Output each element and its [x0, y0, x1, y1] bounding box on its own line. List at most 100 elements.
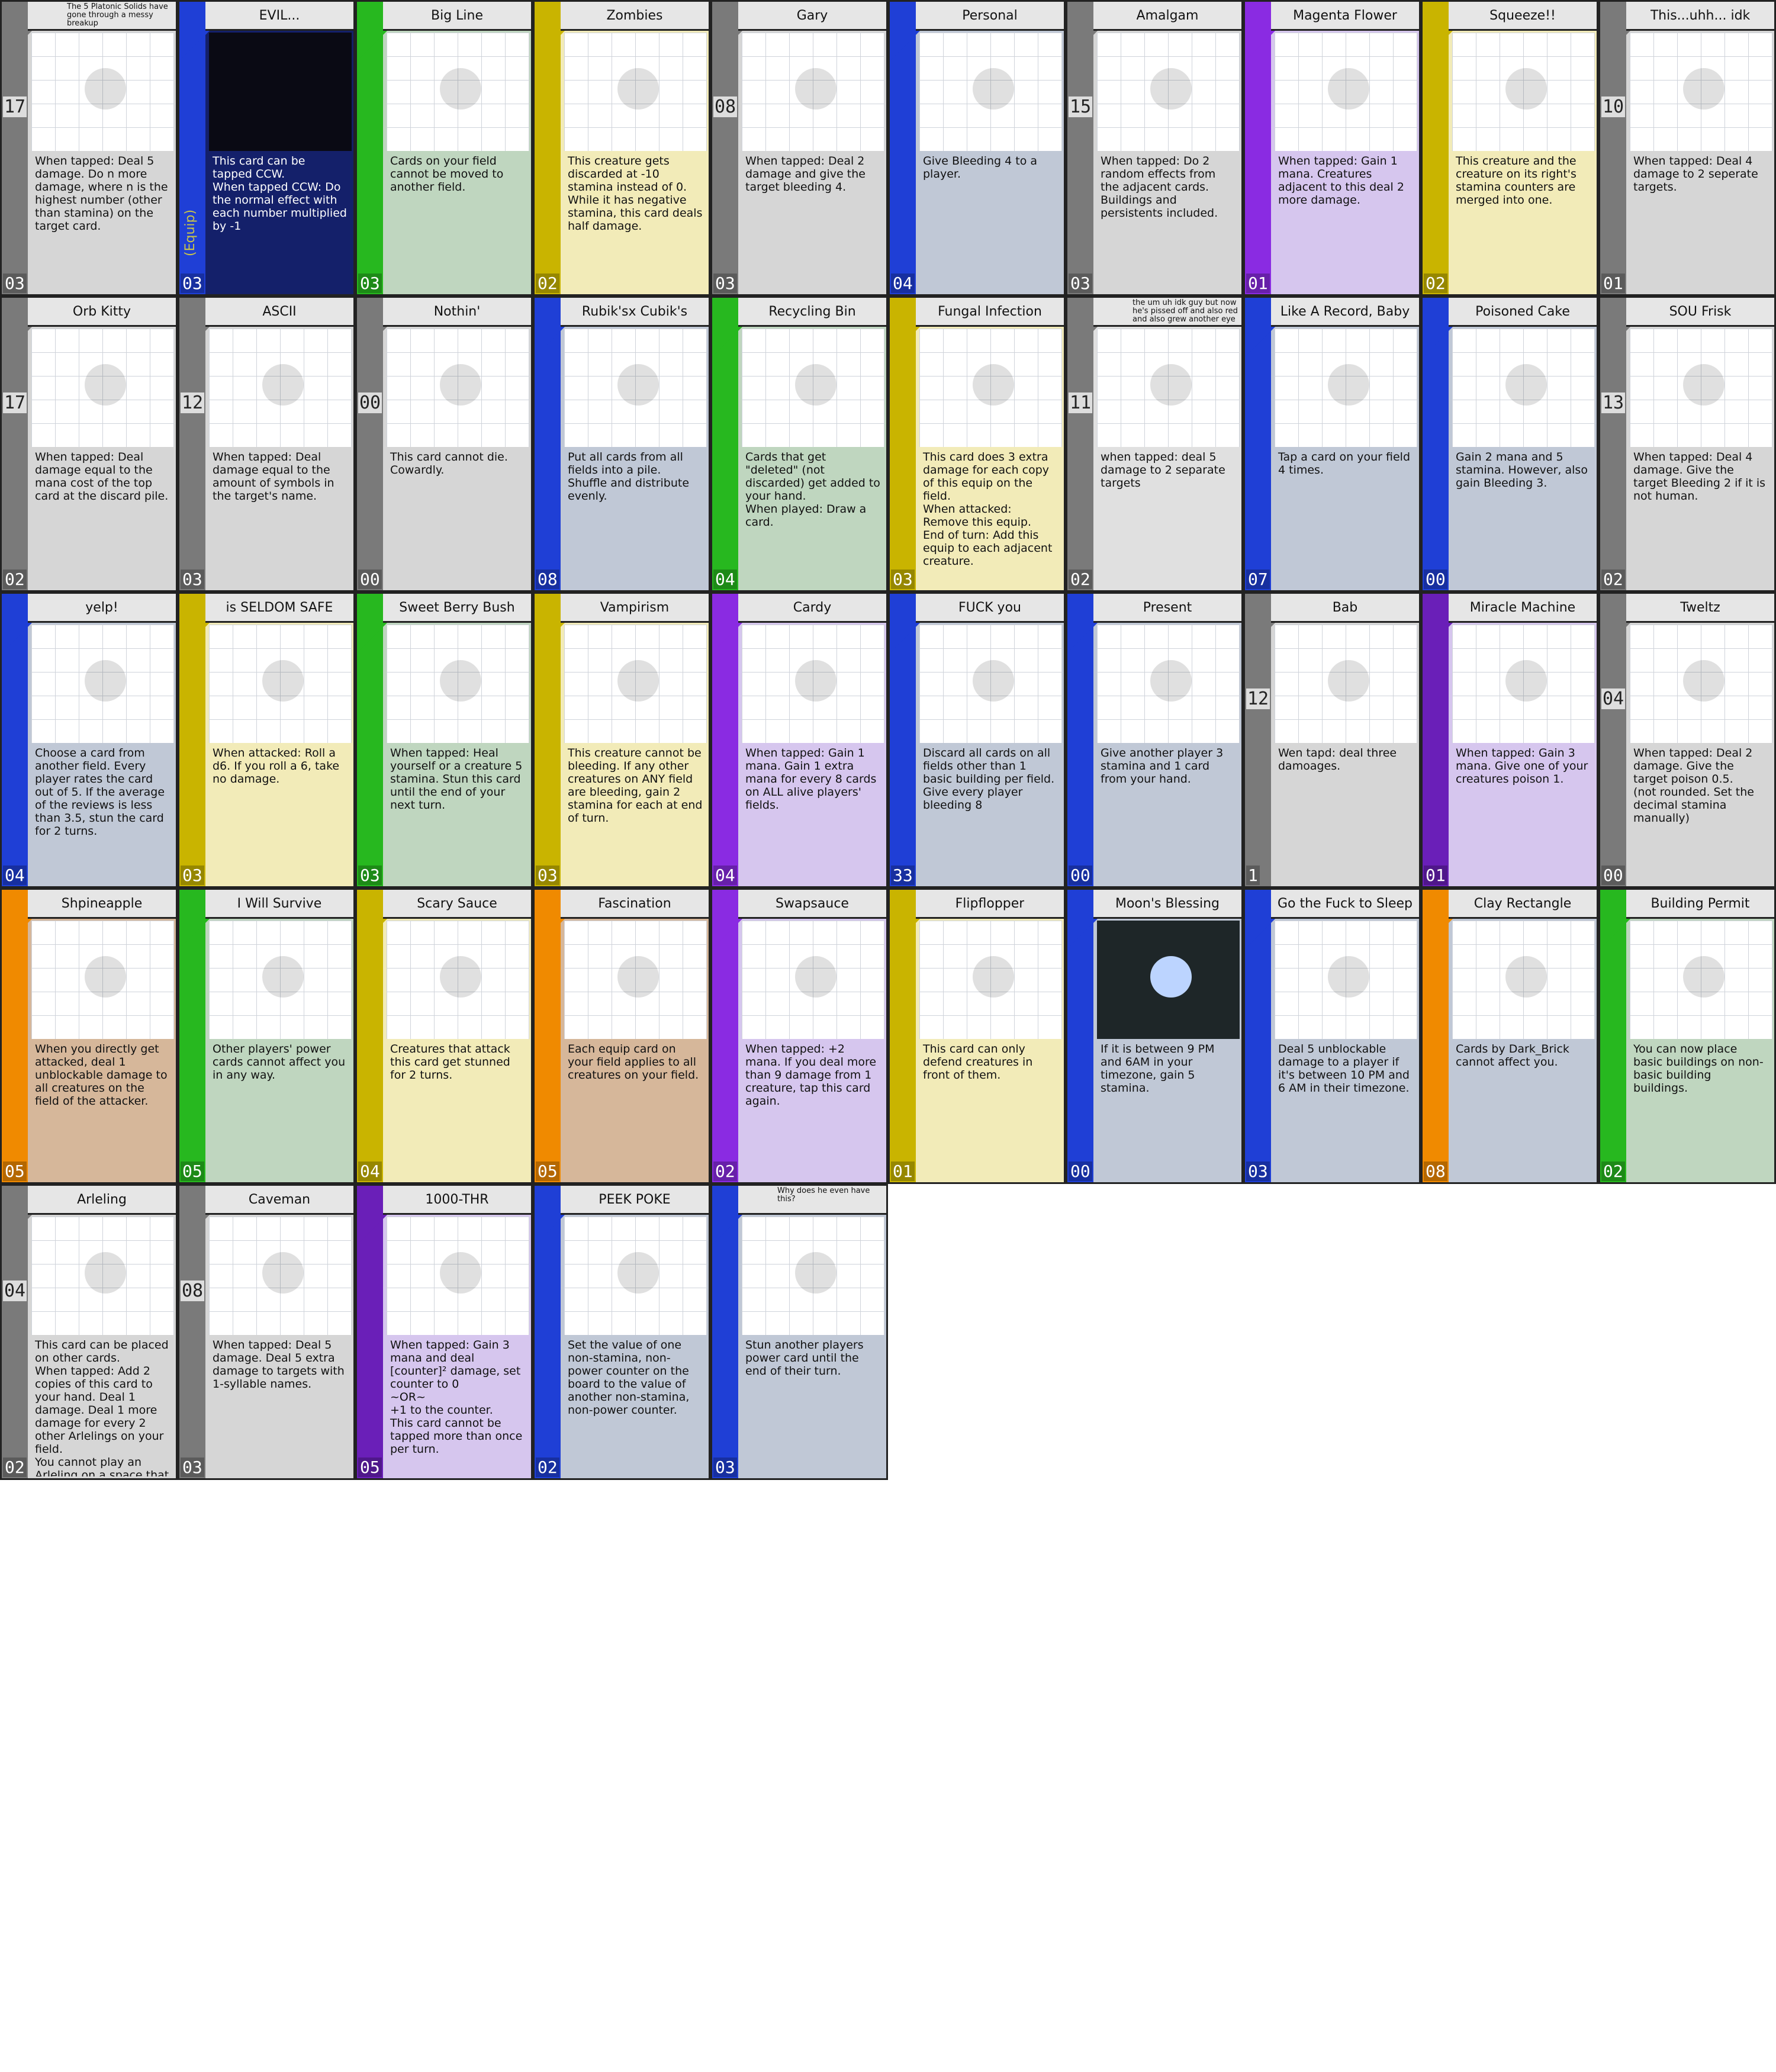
card-effect-text: Give Bleeding 4 to a player. — [923, 155, 1041, 181]
bab-icon — [1328, 660, 1369, 702]
card-title: Orb Kitty — [72, 304, 131, 319]
card-art — [1097, 625, 1240, 745]
game-card[interactable]: Swapsauce When tapped: +2 mana. If you de… — [710, 888, 888, 1184]
game-card[interactable]: Personal Give Bleeding 4 to a player. 04 — [888, 0, 1066, 296]
card-mana-cost: 04 — [713, 866, 737, 885]
card-mana-cost: 03 — [181, 570, 204, 589]
card-effect-text: When tapped: +2 mana. If you deal more t… — [745, 1043, 880, 1108]
game-card[interactable]: Arleling This card can be placed on other… — [0, 1184, 178, 1480]
card-art — [209, 329, 352, 449]
tweltz-icon — [1683, 660, 1724, 702]
game-card[interactable]: Big Line Cards on your field cannot be mo… — [355, 0, 533, 296]
card-title: Recycling Bin — [768, 304, 856, 319]
game-card[interactable]: Squeeze!! This creature and the creature … — [1421, 0, 1598, 296]
game-card[interactable]: Clay Rectangle Cards by Dark_Brick cannot… — [1421, 888, 1598, 1184]
game-card[interactable]: Amalgam When tapped: Do 2 random effects … — [1066, 0, 1243, 296]
card-title-bar: Poisoned Cake — [1449, 298, 1597, 327]
card-mana-cost: 08 — [536, 570, 559, 589]
game-card[interactable]: Why does he even have this? Stun another … — [710, 1184, 888, 1480]
card-art — [742, 1217, 884, 1337]
card-art — [919, 33, 1062, 153]
card-title-bar: Personal — [916, 2, 1064, 31]
card-title-bar: Squeeze!! — [1449, 2, 1597, 31]
game-card[interactable]: Caveman When tapped: Deal 5 damage. Deal … — [178, 1184, 355, 1480]
card-stamina-number: 00 — [358, 392, 382, 413]
game-card[interactable]: is SELDOM SAFE When attacked: Roll a d6. … — [178, 592, 355, 888]
game-card[interactable]: Zombies This creature gets discarded at -… — [533, 0, 710, 296]
game-card[interactable]: Magenta Flower When tapped: Gain 1 mana. … — [1243, 0, 1421, 296]
card-effect-text: When tapped: Deal 2 damage and give the … — [745, 155, 869, 194]
card-title: Scary Sauce — [417, 896, 497, 911]
card-text-box: When you directly get attacked, deal 1 u… — [31, 1039, 174, 1180]
card-mana-cost: 03 — [713, 274, 737, 293]
card-title: Rubik'sx Cubik's — [581, 304, 688, 319]
card-art — [1630, 33, 1772, 153]
game-card[interactable]: Flipflopper This card can only defend cre… — [888, 888, 1066, 1184]
game-card[interactable]: 1000-THR When tapped: Gain 3 mana and dea… — [355, 1184, 533, 1480]
game-card[interactable]: Shpineapple When you directly get attacke… — [0, 888, 178, 1184]
card-effect-text: Cards by Dark_Brick cannot affect you. — [1456, 1043, 1573, 1069]
game-card[interactable]: Nothin' This card cannot die. Cowardly. 00… — [355, 296, 533, 592]
game-card[interactable]: Go the Fuck to Sleep Deal 5 unblockable d… — [1243, 888, 1421, 1184]
card-title: Clay Rectangle — [1473, 896, 1572, 911]
card-title: Bab — [1332, 600, 1358, 615]
card-mana-cost: 05 — [181, 1162, 204, 1181]
card-effect-text: when tapped: deal 5 damage to 2 separate… — [1101, 451, 1229, 490]
game-card[interactable]: SOU Frisk When tapped: Deal 4 damage. Giv… — [1598, 296, 1776, 592]
game-card[interactable]: Scary Sauce Creatures that attack this ca… — [355, 888, 533, 1184]
card-stamina-number: 08 — [713, 96, 738, 117]
card-mana-cost: 02 — [3, 1458, 27, 1477]
card-text-box: When tapped: +2 mana. If you deal more t… — [742, 1039, 884, 1180]
game-card[interactable]: This...uhh... idk When tapped: Deal 4 dam… — [1598, 0, 1776, 296]
game-card[interactable]: yelp! Choose a card from another field. E… — [0, 592, 178, 888]
game-card[interactable]: Like A Record, Baby Tap a card on your fi… — [1243, 296, 1421, 592]
game-card[interactable]: Vampirism This creature cannot be bleedin… — [533, 592, 710, 888]
game-card[interactable]: Moon's Blessing If it is between 9 PM and… — [1066, 888, 1243, 1184]
game-card[interactable]: Recycling Bin Cards that get "deleted" (n… — [710, 296, 888, 592]
game-card[interactable]: The 5 Platonic Solids have gone through … — [0, 0, 178, 296]
game-card[interactable]: Rubik'sx Cubik's Put all cards from all f… — [533, 296, 710, 592]
game-card[interactable]: Gary When tapped: Deal 2 damage and give … — [710, 0, 888, 296]
game-card[interactable]: Tweltz When tapped: Deal 2 damage. Give t… — [1598, 592, 1776, 888]
game-card[interactable]: Fascination Each equip card on your field… — [533, 888, 710, 1184]
game-card[interactable]: Miracle Machine When tapped: Gain 3 mana.… — [1421, 592, 1598, 888]
game-card[interactable]: ASCII When tapped: Deal damage equal to t… — [178, 296, 355, 592]
card-mana-cost: 01 — [1601, 274, 1625, 293]
card-title: Vampirism — [600, 600, 670, 615]
game-card[interactable]: Fungal Infection This card does 3 extra d… — [888, 296, 1066, 592]
card-art — [564, 1217, 707, 1337]
vampire-icon — [617, 660, 659, 702]
game-card[interactable]: Building Permit You can now place basic b… — [1598, 888, 1776, 1184]
game-card[interactable]: Poisoned Cake Gain 2 mana and 5 stamina. … — [1421, 296, 1598, 592]
cat-box-icon — [1328, 956, 1369, 998]
card-title: FUCK you — [958, 600, 1021, 615]
card-title: Miracle Machine — [1469, 600, 1576, 615]
game-card[interactable]: Cardy When tapped: Gain 1 mana. Gain 1 ex… — [710, 592, 888, 888]
card-title: PEEK POKE — [599, 1192, 671, 1207]
game-card[interactable]: Bab Wen tapd: deal three damoages. 12 1 — [1243, 592, 1421, 888]
game-card[interactable]: I Will Survive Other players' power cards… — [178, 888, 355, 1184]
card-title: Tweltz — [1680, 600, 1720, 615]
card-art — [31, 329, 174, 449]
card-mana-cost: 03 — [358, 866, 382, 885]
card-title: 1000-THR — [425, 1192, 489, 1207]
card-text-box: When tapped: Deal 2 damage and give the … — [742, 151, 884, 292]
card-title: Shpineapple — [61, 896, 143, 911]
game-card[interactable]: the um uh idk guy but now he's pissed of… — [1066, 296, 1243, 592]
game-card[interactable]: PEEK POKE Set the value of one non-stamin… — [533, 1184, 710, 1480]
card-text-box: If it is between 9 PM and 6AM in your ti… — [1097, 1039, 1240, 1180]
card-title: is SELDOM SAFE — [226, 600, 333, 615]
card-text-box: Cards by Dark_Brick cannot affect you. — [1452, 1039, 1595, 1180]
card-mana-cost: 02 — [536, 274, 559, 293]
card-mana-cost: 02 — [1424, 274, 1447, 293]
card-mana-cost: 05 — [536, 1162, 559, 1181]
empty-art-icon — [440, 364, 481, 406]
game-card[interactable]: Orb Kitty When tapped: Deal damage equal … — [0, 296, 178, 592]
game-card[interactable]: FUCK you Discard all cards on all fields … — [888, 592, 1066, 888]
game-card[interactable]: Sweet Berry Bush When tapped: Heal yourse… — [355, 592, 533, 888]
card-mana-cost: 05 — [3, 1162, 27, 1181]
game-card[interactable]: EVIL... This card can be tapped CCW. When… — [178, 0, 355, 296]
card-art — [31, 625, 174, 745]
game-card[interactable]: Present Give another player 3 stamina and… — [1066, 592, 1243, 888]
card-mana-cost: 02 — [536, 1458, 559, 1477]
